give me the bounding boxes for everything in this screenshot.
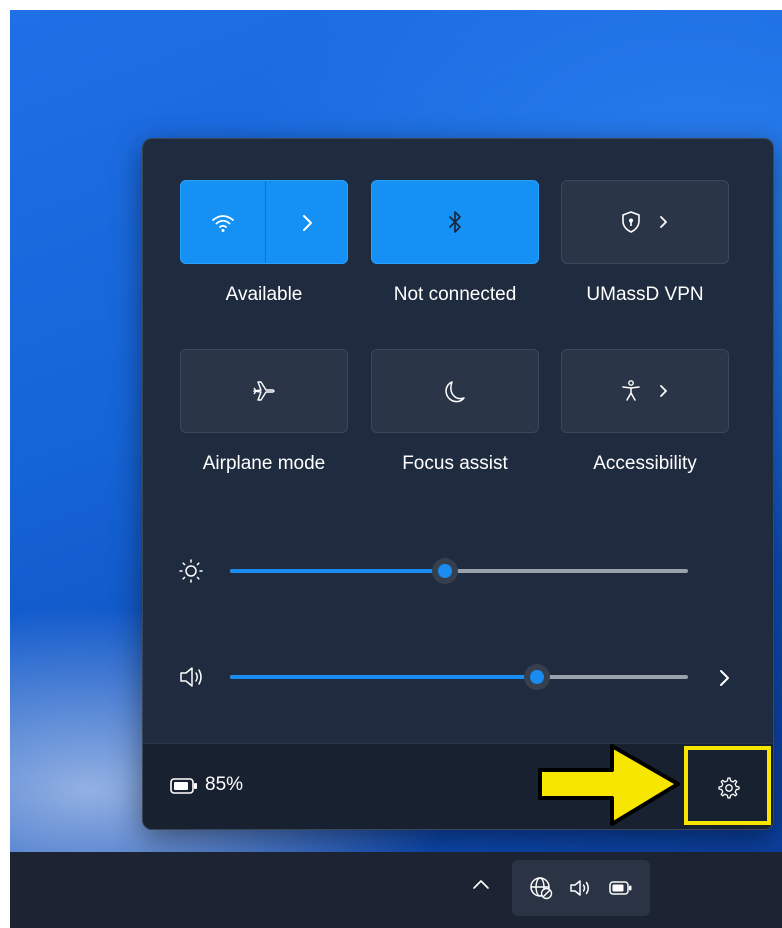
annotation-highlight-box: [684, 746, 771, 825]
brightness-slider[interactable]: [230, 558, 688, 584]
airplane-mode-label: Airplane mode: [202, 453, 326, 474]
speaker-icon[interactable]: [177, 664, 207, 690]
wifi-label: Available: [225, 284, 303, 305]
system-tray-quick-settings-button[interactable]: [512, 860, 650, 916]
brightness-slider-fill: [230, 569, 445, 573]
volume-output-chevron-icon[interactable]: [709, 663, 739, 693]
bluetooth-icon: [439, 206, 471, 238]
brightness-slider-thumb[interactable]: [432, 558, 458, 584]
chevron-right-icon[interactable]: [291, 207, 323, 239]
vpn-shield-icon: [617, 208, 645, 236]
taskbar: [10, 852, 782, 928]
accessibility-tile[interactable]: [561, 349, 729, 433]
airplane-icon: [249, 376, 279, 406]
focus-assist-label: Focus assist: [402, 453, 508, 474]
show-hidden-icons-chevron-icon[interactable]: [470, 873, 492, 895]
screen: Available Not connected UMassD VPN Airpl…: [0, 0, 782, 928]
battery-percentage: 85%: [205, 774, 244, 795]
vpn-tile[interactable]: [561, 180, 729, 264]
bluetooth-label: Not connected: [393, 284, 517, 305]
volume-slider-fill: [230, 675, 537, 679]
globe-no-internet-icon: [528, 875, 554, 901]
chevron-right-icon: [655, 208, 673, 236]
annotation-arrow: [538, 744, 680, 826]
bluetooth-tile[interactable]: [371, 180, 539, 264]
battery-icon: [608, 879, 634, 897]
moon-icon: [440, 376, 470, 406]
accessibility-icon: [617, 377, 645, 405]
vpn-label: UMassD VPN: [586, 284, 704, 305]
quick-settings-panel: Available Not connected UMassD VPN Airpl…: [142, 138, 774, 830]
volume-slider-thumb[interactable]: [524, 664, 550, 690]
speaker-icon: [568, 877, 594, 899]
accessibility-label: Accessibility: [593, 453, 697, 474]
airplane-mode-tile[interactable]: [180, 349, 348, 433]
focus-assist-tile[interactable]: [371, 349, 539, 433]
volume-slider[interactable]: [230, 664, 688, 690]
wifi-tile[interactable]: [180, 180, 348, 264]
battery-icon: [169, 776, 201, 796]
tile-divider: [265, 181, 266, 263]
brightness-icon: [177, 557, 205, 585]
wifi-icon[interactable]: [207, 207, 239, 239]
chevron-right-icon: [655, 377, 673, 405]
